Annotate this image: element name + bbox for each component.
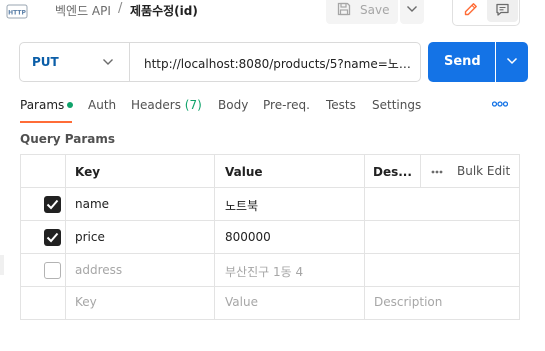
request-name[interactable]: 제품수정(id) bbox=[130, 2, 198, 19]
tab-prereq[interactable]: Pre-req. bbox=[263, 98, 310, 112]
http-request-icon: HTTP bbox=[6, 4, 28, 19]
breadcrumb-collection[interactable]: 벡엔드 API bbox=[55, 2, 111, 19]
pencil-icon bbox=[464, 3, 477, 16]
more-icon[interactable] bbox=[431, 170, 443, 174]
param-key[interactable]: price bbox=[75, 230, 105, 244]
column-header-description: Des... bbox=[373, 165, 412, 179]
send-button[interactable]: Send bbox=[428, 42, 495, 82]
param-key[interactable]: name bbox=[75, 197, 109, 211]
params-indicator bbox=[67, 102, 73, 108]
method-value: PUT bbox=[32, 55, 59, 69]
query-params-title: Query Params bbox=[20, 132, 116, 146]
column-divider bbox=[214, 155, 215, 319]
row-divider bbox=[21, 187, 519, 188]
send-button-label: Send bbox=[444, 54, 481, 69]
row-enabled-checkbox[interactable] bbox=[44, 229, 61, 246]
column-divider bbox=[65, 155, 66, 319]
tab-headers[interactable]: Headers (7) bbox=[131, 98, 202, 112]
column-header-key: Key bbox=[75, 165, 101, 179]
chevron-down-icon bbox=[506, 57, 518, 65]
param-key[interactable]: address bbox=[75, 263, 122, 277]
svg-text:HTTP: HTTP bbox=[8, 10, 26, 17]
tab-headers-label: Headers bbox=[131, 98, 181, 112]
chevron-down-icon bbox=[407, 6, 417, 12]
panel-edge bbox=[0, 255, 4, 275]
breadcrumb-separator: / bbox=[118, 1, 123, 16]
active-tab-underline bbox=[20, 121, 72, 123]
new-value-input[interactable]: Value bbox=[225, 295, 258, 309]
tab-params[interactable]: Params bbox=[20, 98, 64, 112]
column-divider bbox=[364, 155, 365, 319]
column-header-value: Value bbox=[225, 165, 263, 179]
param-value[interactable]: 노트북 bbox=[225, 197, 258, 214]
bulk-edit-link[interactable]: Bulk Edit bbox=[457, 164, 510, 178]
method-select[interactable]: PUT bbox=[20, 43, 130, 81]
tab-headers-count: (7) bbox=[184, 98, 202, 112]
save-icon bbox=[337, 2, 351, 16]
save-options-button[interactable] bbox=[400, 0, 424, 24]
param-value[interactable]: 부산진구 1동 4 bbox=[225, 263, 303, 280]
tab-body[interactable]: Body bbox=[218, 98, 248, 112]
checkmark-icon bbox=[46, 232, 59, 243]
request-tabs: Params Auth Headers (7) Body Pre-req. Te… bbox=[20, 98, 520, 123]
checkmark-icon bbox=[46, 199, 59, 210]
row-divider bbox=[21, 220, 519, 221]
new-description-input[interactable]: Description bbox=[374, 295, 442, 309]
edit-mode-button[interactable] bbox=[455, 0, 486, 22]
row-enabled-checkbox[interactable] bbox=[44, 262, 61, 279]
tab-tests[interactable]: Tests bbox=[326, 98, 356, 112]
chevron-down-icon bbox=[103, 59, 113, 65]
row-divider bbox=[21, 253, 519, 254]
save-button[interactable]: Save bbox=[326, 0, 398, 24]
tab-auth[interactable]: Auth bbox=[88, 98, 116, 112]
query-params-table: Key Value Des... Bulk Edit name 노트북 pric… bbox=[20, 154, 520, 320]
request-url-bar: PUT http://localhost:8080/products/5?nam… bbox=[19, 42, 421, 82]
save-button-label: Save bbox=[360, 3, 390, 17]
row-enabled-checkbox[interactable] bbox=[44, 196, 61, 213]
url-input[interactable]: http://localhost:8080/products/5?name=노트… bbox=[144, 55, 416, 72]
tab-settings[interactable]: Settings bbox=[372, 98, 421, 112]
row-divider bbox=[21, 286, 519, 287]
comments-mode-button[interactable] bbox=[487, 0, 518, 22]
column-divider bbox=[420, 155, 421, 187]
more-options-icon[interactable] bbox=[492, 101, 508, 107]
send-options-button[interactable] bbox=[496, 42, 528, 82]
comment-icon bbox=[496, 3, 509, 16]
new-key-input[interactable]: Key bbox=[75, 295, 97, 309]
param-value[interactable]: 800000 bbox=[225, 230, 271, 244]
tab-params-label: Params bbox=[20, 98, 65, 112]
view-mode-toggle bbox=[452, 0, 520, 26]
